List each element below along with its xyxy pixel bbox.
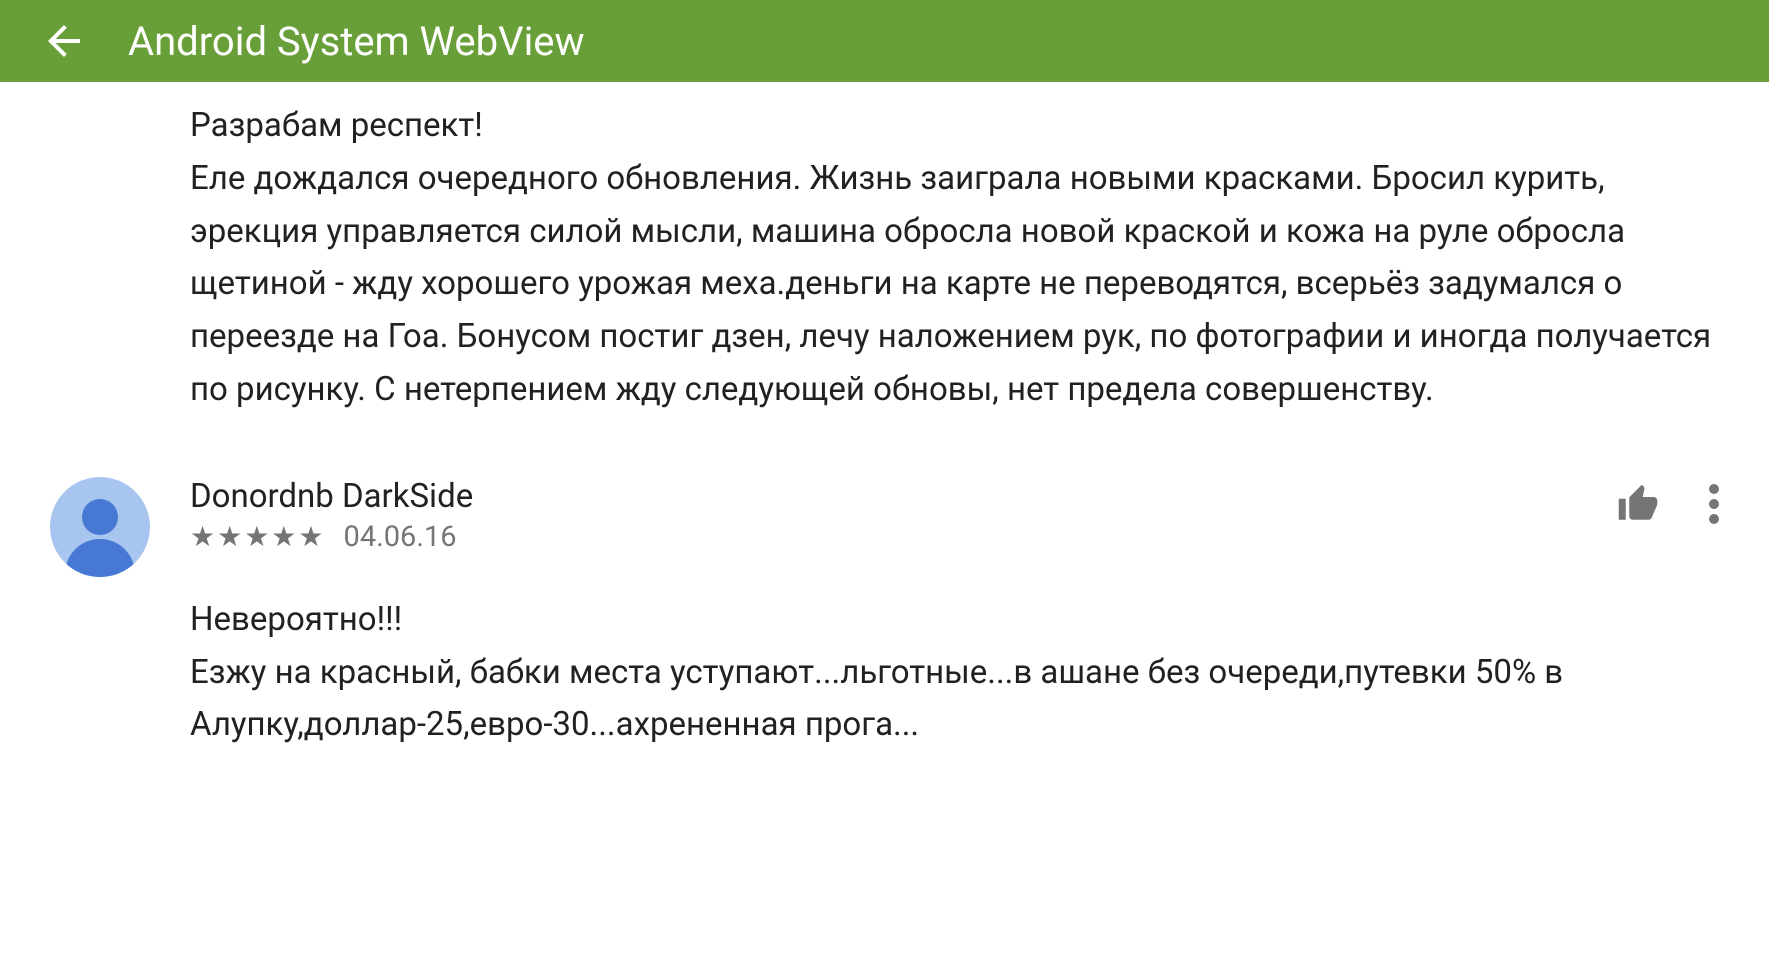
- review-body: Еле дождался очередного обновления. Жизн…: [190, 153, 1719, 417]
- page-title: Android System WebView: [128, 18, 585, 65]
- review-item: Donordnb DarkSide ★★★★★ 04.06.16: [0, 457, 1769, 752]
- review-title: Невероятно!!!: [190, 594, 1719, 647]
- reviewer-avatar[interactable]: [50, 477, 150, 577]
- more-options-button[interactable]: [1709, 483, 1719, 529]
- avatar-placeholder-icon: [82, 499, 118, 535]
- app-header: Android System WebView: [0, 0, 1769, 82]
- review-meta: Donordnb DarkSide ★★★★★ 04.06.16: [190, 477, 473, 554]
- back-button[interactable]: [40, 17, 88, 65]
- thumb-up-icon: [1617, 483, 1659, 525]
- review-actions: [1617, 477, 1719, 529]
- more-vertical-icon: [1709, 483, 1719, 525]
- review-header: Donordnb DarkSide ★★★★★ 04.06.16: [190, 477, 1719, 554]
- star-rating: ★★★★★: [190, 520, 326, 553]
- avatar-placeholder-icon: [65, 539, 135, 577]
- helpful-button[interactable]: [1617, 483, 1659, 529]
- back-arrow-icon: [40, 17, 88, 65]
- reviews-list: Разрабам респект! Еле дождался очередног…: [0, 82, 1769, 752]
- review-date: 04.06.16: [344, 520, 457, 554]
- reviewer-name: Donordnb DarkSide: [190, 477, 473, 516]
- review-item: Разрабам респект! Еле дождался очередног…: [0, 82, 1769, 457]
- review-body: Езжу на красный, бабки места уступают...…: [190, 647, 1719, 753]
- rating-row: ★★★★★ 04.06.16: [190, 520, 473, 554]
- review-content: Donordnb DarkSide ★★★★★ 04.06.16: [190, 477, 1719, 752]
- review-title: Разрабам респект!: [190, 100, 1719, 153]
